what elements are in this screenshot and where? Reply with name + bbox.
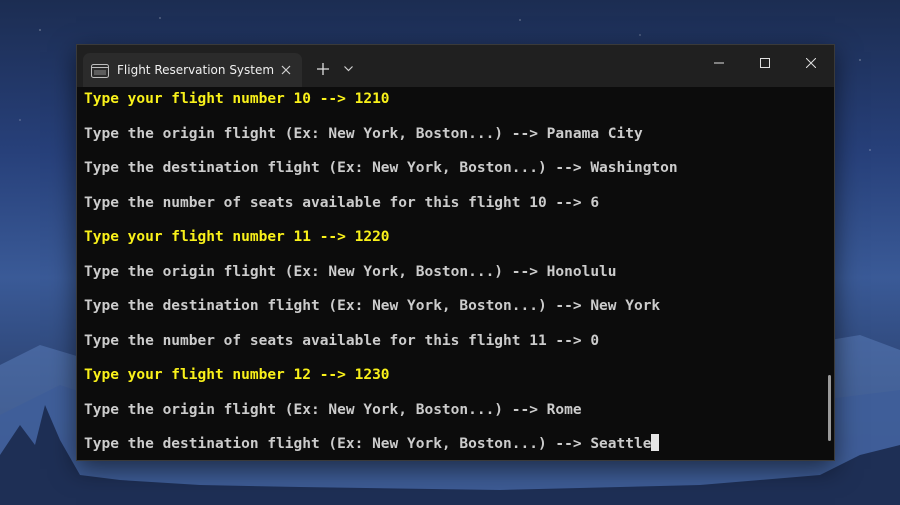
console-line: Type your flight number 12 --> 1230 <box>84 367 390 383</box>
terminal-window: Flight Reservation System Type your flig… <box>76 44 835 461</box>
minimize-button[interactable] <box>696 45 742 81</box>
window-controls <box>696 45 834 81</box>
minimize-icon <box>714 62 724 64</box>
console-line: Type the origin flight (Ex: New York, Bo… <box>84 263 617 280</box>
console-line: Type the number of seats available for t… <box>84 194 600 211</box>
desktop-background: Flight Reservation System Type your flig… <box>0 0 900 505</box>
scrollbar[interactable] <box>828 375 831 441</box>
console-line: Type the origin flight (Ex: New York, Bo… <box>84 401 582 418</box>
new-tab-button[interactable] <box>313 59 333 79</box>
close-icon <box>806 58 816 68</box>
tab-dropdown-button[interactable] <box>340 60 356 78</box>
console-input-line[interactable]: Type the destination flight (Ex: New Yor… <box>84 433 834 460</box>
close-window-button[interactable] <box>788 45 834 81</box>
console-line: Type the destination flight (Ex: New Yor… <box>84 298 661 314</box>
maximize-icon <box>760 58 770 68</box>
tab-title: Flight Reservation System <box>117 63 275 77</box>
console-line: Type your flight number 10 --> 1210 <box>84 91 390 107</box>
close-icon[interactable] <box>278 62 294 78</box>
console-line-text: Type the destination flight (Ex: New Yor… <box>84 436 652 452</box>
title-bar[interactable]: Flight Reservation System <box>77 45 834 87</box>
maximize-button[interactable] <box>742 45 788 81</box>
console-line: Type the number of seats available for t… <box>84 332 600 349</box>
terminal-icon <box>91 63 109 78</box>
console-line: Type the destination flight (Ex: New Yor… <box>84 160 678 176</box>
console-line: Type your flight number 11 --> 1220 <box>84 229 390 245</box>
text-cursor <box>651 434 660 451</box>
console-line: Type the origin flight (Ex: New York, Bo… <box>84 125 643 142</box>
tab-flight-reservation-system[interactable]: Flight Reservation System <box>83 53 302 87</box>
plus-icon <box>317 63 329 75</box>
chevron-down-icon <box>343 66 353 72</box>
console-output[interactable]: Type your flight number 10 --> 1210 Type… <box>77 87 834 460</box>
